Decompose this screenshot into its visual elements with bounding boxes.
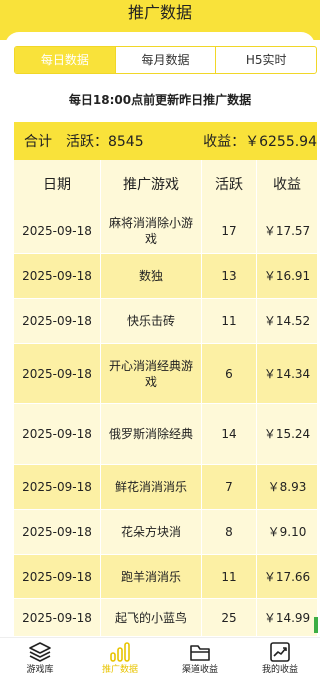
update-notice: 每日18:00点前更新昨日推广数据 <box>68 93 252 107</box>
row-game: 开心消消经典游戏 <box>100 344 201 403</box>
row-game: 俄罗斯消除经典 <box>100 404 201 464</box>
nav-label: 推广数据 <box>101 665 138 675</box>
row-active: 14 <box>201 404 256 464</box>
table-header: 日期 推广游戏 活跃 收益 <box>14 160 317 208</box>
nav-label: 游戏库 <box>26 665 54 675</box>
row-active: 11 <box>201 299 256 343</box>
row-income: ￥17.66 <box>256 555 317 598</box>
trend-chart-icon <box>270 642 290 662</box>
row-date: 2025-09-18 <box>22 314 92 328</box>
tab-h5-realtime[interactable]: H5实时 <box>215 47 316 73</box>
row-income: ￥16.91 <box>256 254 317 298</box>
row-game: 麻将消消除小游戏 <box>100 208 201 253</box>
table-row: 2025-09-18 鲜花消消消乐 7 ￥8.93 <box>14 465 317 510</box>
row-game: 起飞的小蓝鸟 <box>100 599 201 636</box>
table-row: 2025-09-18 麻将消消除小游戏 17 ￥17.57 <box>14 208 317 254</box>
nav-label: 渠道收益 <box>181 665 218 675</box>
nav-my-income[interactable]: 我的收益 <box>240 638 320 677</box>
row-date: 2025-09-18 <box>22 269 92 283</box>
summary-income: 收益：￥6255.94 <box>155 131 317 151</box>
row-game: 快乐击砖 <box>100 299 201 343</box>
row-income: ￥14.34 <box>256 344 317 403</box>
period-tabs: 每日数据 每月数据 H5实时 <box>14 46 317 74</box>
row-active: 13 <box>201 254 256 298</box>
layers-icon <box>29 642 51 662</box>
row-date: 2025-09-18 <box>22 366 92 381</box>
row-date: 2025-09-18 <box>22 525 92 539</box>
tab-daily[interactable]: 每日数据 <box>15 47 115 73</box>
summary-bar: 合计 活跃：8545 收益：￥6255.94 <box>14 122 317 160</box>
table-row: 2025-09-18 俄罗斯消除经典 14 ￥15.24 <box>14 404 317 465</box>
row-game: 数独 <box>100 254 201 298</box>
column-income: 收益 <box>256 160 317 208</box>
row-date: 2025-09-18 <box>22 569 92 584</box>
nav-game-library[interactable]: 游戏库 <box>0 638 80 677</box>
row-game: 花朵方块消 <box>100 510 201 554</box>
row-date: 2025-09-18 <box>22 610 92 625</box>
table-row: 2025-09-18 起飞的小蓝鸟 25 ￥14.99 <box>14 599 317 637</box>
row-income: ￥9.10 <box>256 510 317 554</box>
row-income: ￥8.93 <box>256 465 317 509</box>
row-date: 2025-09-18 <box>22 223 92 238</box>
row-income: ￥14.99 <box>256 599 317 636</box>
row-active: 11 <box>201 555 256 598</box>
table-row: 2025-09-18 跑羊消消乐 11 ￥17.66 <box>14 555 317 599</box>
bottom-nav: 游戏库 推广数据 渠道收益 我的收益 <box>0 637 320 677</box>
table-row: 2025-09-18 数独 13 ￥16.91 <box>14 254 317 299</box>
row-income: ￥15.24 <box>256 404 317 464</box>
table-row: 2025-09-18 快乐击砖 11 ￥14.52 <box>14 299 317 344</box>
column-date: 日期 <box>43 177 71 193</box>
summary-active-value: 8545 <box>107 134 144 150</box>
table-row: 2025-09-18 开心消消经典游戏 6 ￥14.34 <box>14 344 317 404</box>
tab-monthly[interactable]: 每月数据 <box>114 47 216 73</box>
page-title: 推广数据 <box>127 3 192 22</box>
row-game: 跑羊消消乐 <box>100 555 201 598</box>
row-active: 25 <box>201 599 256 636</box>
row-active: 8 <box>201 510 256 554</box>
summary-label: 合计 <box>24 134 52 150</box>
row-date: 2025-09-18 <box>22 480 92 494</box>
bar-chart-icon <box>110 642 130 662</box>
summary-active-label: 活跃： <box>65 134 108 150</box>
column-active: 活跃 <box>201 160 256 208</box>
nav-promo-data[interactable]: 推广数据 <box>80 638 160 677</box>
scrollbar[interactable] <box>314 617 318 633</box>
summary-active: 活跃：8545 <box>62 131 155 151</box>
folder-icon <box>190 645 210 661</box>
row-active: 7 <box>201 465 256 509</box>
column-game: 推广游戏 <box>100 160 201 208</box>
row-income: ￥17.57 <box>256 208 317 253</box>
table-row: 2025-09-18 花朵方块消 8 ￥9.10 <box>14 510 317 555</box>
row-active: 6 <box>201 344 256 403</box>
nav-channel-income[interactable]: 渠道收益 <box>160 638 240 677</box>
summary-income-value: ￥6255.94 <box>245 134 317 150</box>
row-active: 17 <box>201 208 256 253</box>
summary-income-label: 收益： <box>203 134 246 150</box>
row-income: ￥14.52 <box>256 299 317 343</box>
row-game: 鲜花消消消乐 <box>100 465 201 509</box>
data-table: 2025-09-18 麻将消消除小游戏 17 ￥17.57 2025-09-18… <box>14 208 317 637</box>
row-date: 2025-09-18 <box>22 427 92 441</box>
nav-label: 我的收益 <box>261 665 298 675</box>
